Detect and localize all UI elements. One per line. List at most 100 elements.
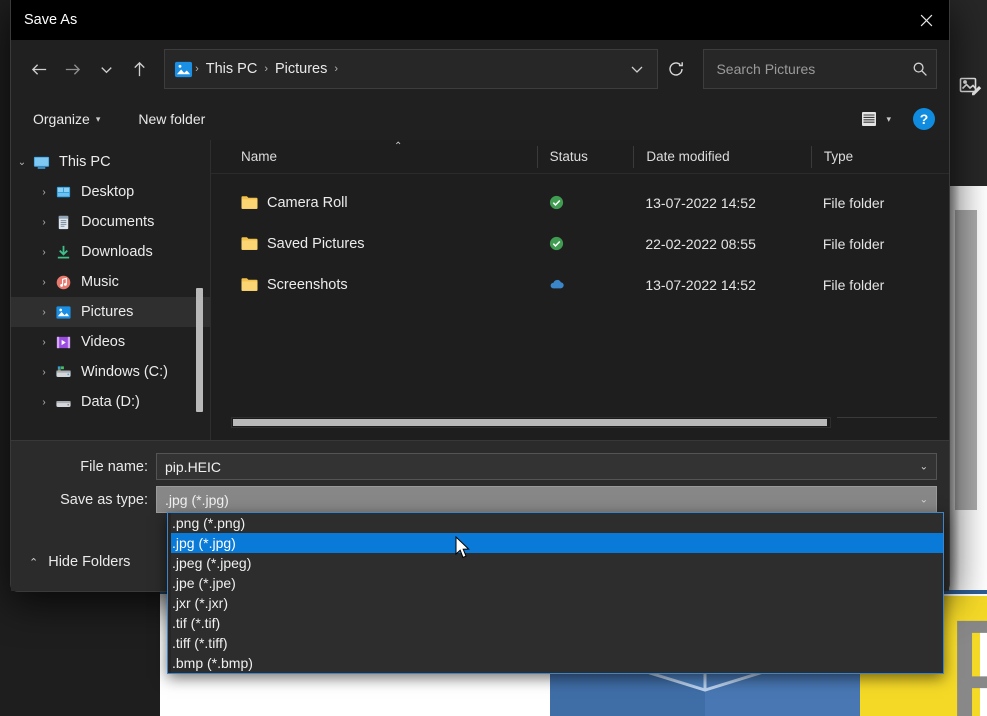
dropdown-scroll-gutter — [168, 513, 171, 673]
file-name-input[interactable]: pip.HEIC ⌄ — [156, 453, 937, 480]
table-row[interactable]: Screenshots 13-07-2022 14:52 File folder — [211, 264, 949, 305]
arrow-right-icon[interactable] — [56, 51, 89, 87]
folder-icon — [241, 278, 258, 291]
address-dropdown-icon[interactable] — [621, 53, 653, 85]
dropdown-option-jpe[interactable]: .jpe (*.jpe) — [168, 573, 943, 593]
hide-folders-button[interactable]: ⌃ Hide Folders — [29, 554, 130, 570]
synced-icon — [549, 236, 563, 251]
list-view-icon — [862, 112, 877, 126]
dialog-titlebar: Save As — [11, 0, 949, 40]
column-header-status[interactable]: Status — [536, 145, 634, 168]
file-status-cell — [537, 195, 634, 210]
dropdown-option-jpg[interactable]: .jpg (*.jpg) — [168, 533, 943, 553]
dropdown-option-tif[interactable]: .tif (*.tif) — [168, 613, 943, 633]
save-as-type-row: Save as type: .jpg (*.jpg) ⌄ — [11, 486, 937, 513]
new-folder-button[interactable]: New folder — [130, 106, 213, 132]
drive-os-icon — [56, 365, 71, 377]
breadcrumb-separator-2[interactable]: › — [332, 63, 340, 75]
save-as-type-value: .jpg (*.jpg) — [165, 491, 229, 508]
file-name-cell: Saved Pictures — [211, 236, 537, 252]
chevron-right-icon[interactable]: › — [33, 247, 55, 258]
sidebar-item-music[interactable]: › Music — [11, 267, 211, 297]
sidebar-item-videos[interactable]: › Videos — [11, 327, 211, 357]
chevron-right-icon[interactable]: › — [33, 187, 55, 198]
address-bar[interactable]: › This PC › Pictures › — [164, 49, 659, 89]
file-type-cell: File folder — [822, 276, 885, 293]
close-icon[interactable] — [903, 0, 949, 40]
chevron-down-icon[interactable]: ⌄ — [11, 157, 33, 168]
chevron-down-icon[interactable] — [90, 51, 123, 87]
hide-folders-label: Hide Folders — [48, 554, 131, 570]
search-input[interactable]: Search Pictures — [703, 49, 938, 89]
chevron-up-icon: ⌃ — [29, 556, 39, 569]
chevron-down-icon: ▾ — [95, 113, 101, 124]
breadcrumb: › This PC › Pictures › — [193, 58, 621, 80]
breadcrumb-this-pc[interactable]: This PC — [201, 58, 263, 80]
chevron-right-icon[interactable]: › — [33, 307, 55, 318]
chevron-down-icon[interactable]: ⌄ — [920, 461, 928, 472]
arrow-left-icon[interactable] — [23, 51, 56, 87]
drive-icon — [56, 400, 71, 407]
view-options-button[interactable]: ▾ — [854, 106, 897, 132]
sidebar-item-data-d[interactable]: › Data (D:) — [11, 387, 211, 417]
sidebar-scrollbar-thumb[interactable] — [196, 288, 203, 412]
breadcrumb-separator-1: › — [264, 63, 268, 75]
dropdown-option-png[interactable]: .png (*.png) — [168, 513, 943, 533]
downloads-icon — [57, 245, 70, 258]
file-name-cell: Camera Roll — [211, 195, 537, 211]
chevron-right-icon[interactable]: › — [33, 277, 55, 288]
file-status-cell — [537, 236, 634, 251]
file-name-label: Saved Pictures — [267, 235, 365, 252]
chevron-right-icon[interactable]: › — [33, 337, 55, 348]
refresh-icon[interactable] — [660, 49, 691, 89]
image-edit-icon[interactable] — [958, 74, 982, 98]
music-icon — [56, 275, 71, 289]
sidebar-item-this-pc[interactable]: ⌄ This PC — [11, 147, 211, 177]
file-list-horizontal-scrollbar[interactable] — [231, 417, 831, 428]
file-status-cell — [537, 277, 634, 292]
pictures-folder-icon — [175, 61, 193, 77]
organize-label: Organize — [33, 111, 90, 127]
organize-button[interactable]: Organize ▾ — [25, 106, 108, 132]
dropdown-option-jpeg[interactable]: .jpeg (*.jpeg) — [168, 553, 943, 573]
sidebar-item-documents[interactable]: › Documents — [11, 207, 211, 237]
column-header-type[interactable]: Type — [810, 145, 949, 168]
chevron-right-icon[interactable]: › — [33, 217, 55, 228]
sidebar-item-label: This PC — [59, 154, 111, 170]
dropdown-option-tiff[interactable]: .tiff (*.tiff) — [168, 633, 943, 653]
column-header-name[interactable]: Name — [211, 146, 537, 168]
column-header-date-modified[interactable]: Date modified — [633, 145, 811, 168]
dropdown-option-jxr[interactable]: .jxr (*.jxr) — [168, 593, 943, 613]
folder-icon — [241, 196, 258, 209]
save-as-type-dropdown-list[interactable]: .png (*.png) .jpg (*.jpg) .jpeg (*.jpeg)… — [167, 512, 944, 674]
file-type-cell: File folder — [822, 235, 885, 252]
sidebar-item-pictures[interactable]: › Pictures — [11, 297, 211, 327]
sidebar-item-downloads[interactable]: › Downloads — [11, 237, 211, 267]
monitor-icon — [33, 156, 50, 169]
chevron-down-icon[interactable]: ⌄ — [920, 494, 928, 505]
save-as-type-combobox[interactable]: .jpg (*.jpg) ⌄ — [156, 486, 937, 513]
sidebar-item-windows-c[interactable]: › Windows (C:) — [11, 357, 211, 387]
sidebar-item-desktop[interactable]: › Desktop — [11, 177, 211, 207]
documents-icon — [58, 215, 69, 229]
breadcrumb-pictures[interactable]: Pictures — [270, 58, 332, 80]
table-row[interactable]: Camera Roll 13-07-2022 14:52 File folder — [211, 182, 949, 223]
file-type-cell: File folder — [822, 194, 885, 211]
table-row[interactable]: Saved Pictures 22-02-2022 08:55 File fol… — [211, 223, 949, 264]
synced-icon — [549, 195, 563, 210]
list-divider — [837, 417, 937, 418]
dropdown-option-bmp[interactable]: .bmp (*.bmp) — [168, 653, 943, 673]
arrow-up-icon[interactable] — [123, 51, 156, 87]
scrollbar-thumb[interactable] — [233, 419, 827, 426]
file-name-value: pip.HEIC — [165, 458, 222, 475]
help-button[interactable]: ? — [913, 108, 935, 130]
file-name-label: File name: — [80, 458, 148, 475]
chevron-right-icon[interactable]: › — [33, 367, 55, 378]
dialog-title: Save As — [24, 12, 78, 28]
file-name-label: Camera Roll — [267, 194, 348, 211]
chevron-right-icon[interactable]: › — [33, 397, 55, 408]
screen: P Save As — [0, 0, 987, 716]
new-folder-label: New folder — [138, 111, 206, 127]
file-name-row: File name: pip.HEIC ⌄ — [11, 453, 937, 480]
file-name-label: Screenshots — [267, 276, 348, 293]
